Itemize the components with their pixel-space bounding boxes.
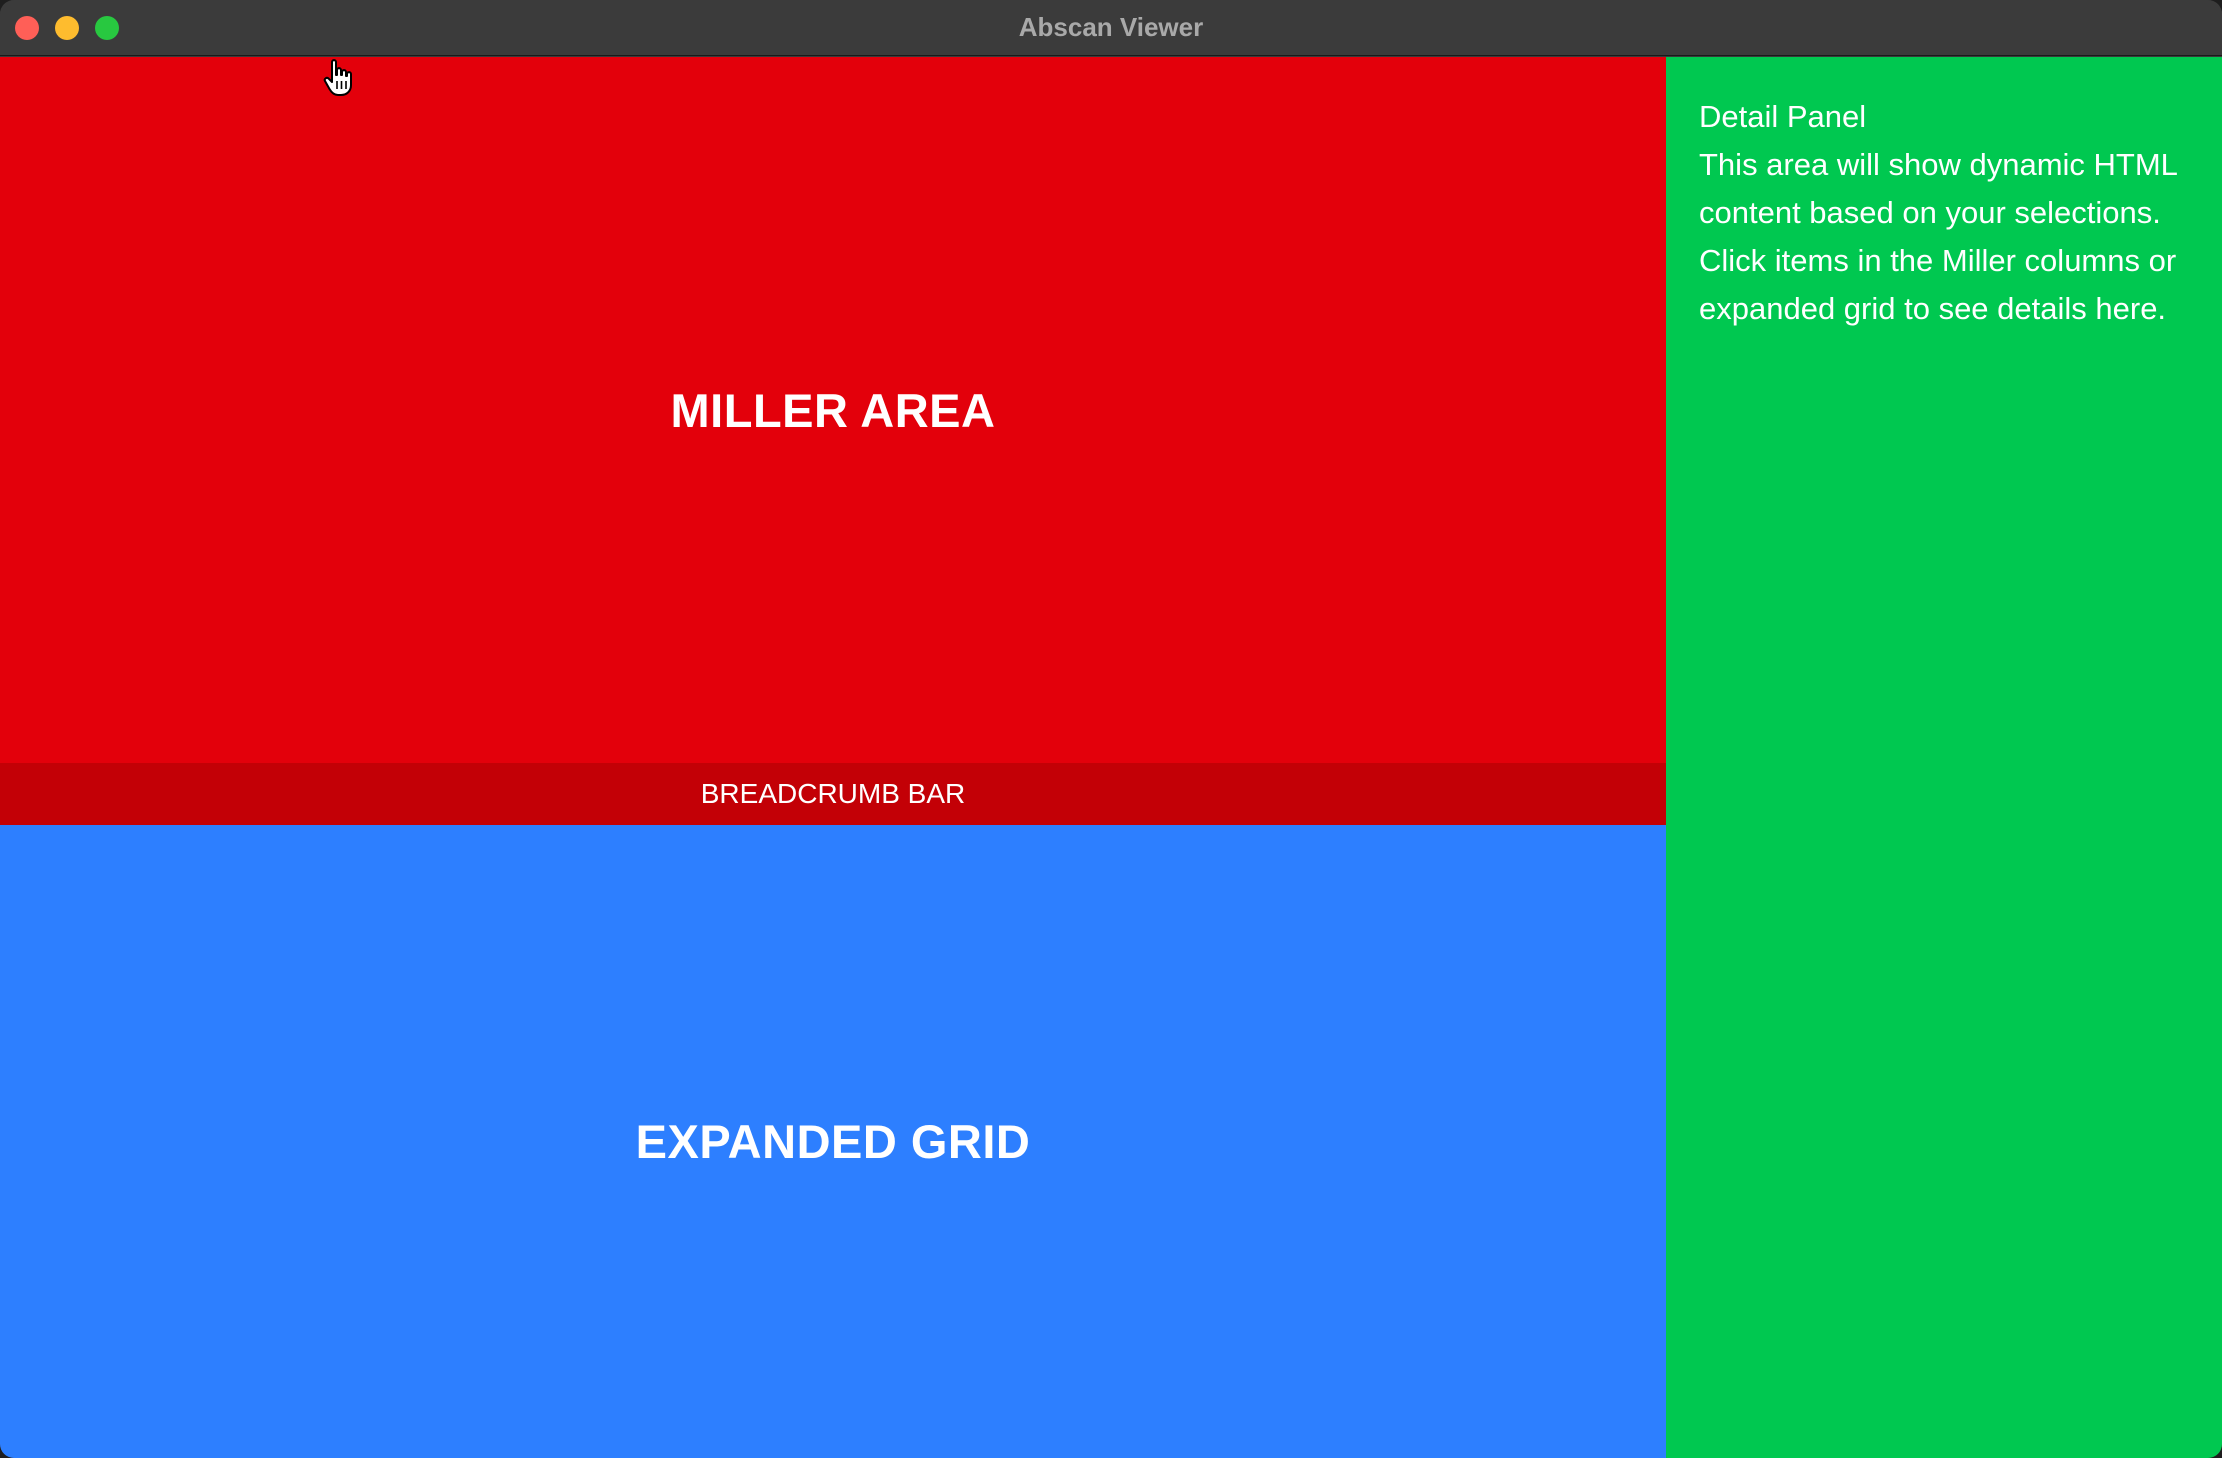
detail-panel-text: This area will show dynamic HTML content…	[1699, 147, 2177, 230]
detail-panel-hint: Click items in the Miller columns or exp…	[1699, 243, 2177, 326]
window-title: Abscan Viewer	[1018, 12, 1204, 42]
breadcrumb-bar[interactable]: BREADCRUMB BAR	[0, 763, 1666, 825]
detail-panel: Detail Panel This area will show dynamic…	[1666, 57, 2222, 1458]
hand-pointer-icon	[323, 59, 352, 96]
expanded-grid[interactable]: EXPANDED GRID	[0, 825, 1666, 1458]
breadcrumb-bar-label: BREADCRUMB BAR	[700, 778, 966, 809]
miller-area[interactable]: MILLER AREA	[0, 57, 1666, 763]
detail-panel-title: Detail Panel	[1699, 99, 1867, 134]
app-window: Abscan Viewer MILLER AREA BREADCRUMB BAR…	[0, 0, 2222, 1458]
expanded-grid-label: EXPANDED GRID	[635, 1115, 1031, 1168]
miller-area-label: MILLER AREA	[670, 383, 996, 437]
title-bar[interactable]: Abscan Viewer	[0, 0, 2222, 56]
main-content: MILLER AREA BREADCRUMB BAR EXPANDED GRID…	[0, 57, 2222, 1458]
